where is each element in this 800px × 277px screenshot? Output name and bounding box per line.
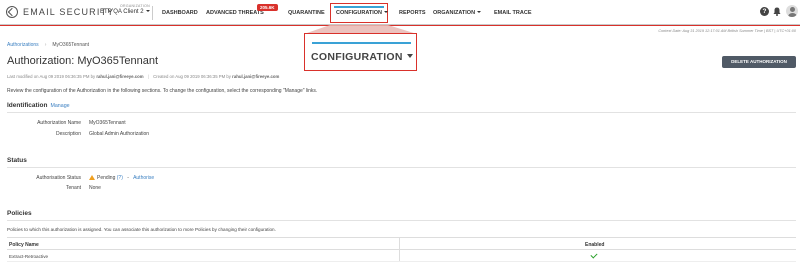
- status-pending: Pending: [97, 175, 116, 181]
- tenant-value: None: [89, 185, 101, 191]
- modified-by: rahul.jani@fireeye.com: [96, 74, 144, 79]
- chevron-down-icon: [477, 11, 482, 13]
- identification-title: Identification: [7, 102, 48, 109]
- top-navigation-bar: EMAIL SECURITY ORGANIZATION ETP QA Clien…: [0, 0, 800, 25]
- breadcrumb: Authorizations › MyO365Tennant: [7, 42, 89, 48]
- policies-heading: Policies: [7, 210, 32, 217]
- section-divider: [7, 220, 796, 221]
- table-row[interactable]: Extract-Retroactive: [7, 250, 796, 262]
- tenant-label: Tenant: [65, 185, 81, 191]
- authorization-name-value: MyO365Tennant: [89, 120, 126, 126]
- help-icon[interactable]: ?: [760, 7, 769, 16]
- organization-value: ETP QA Client 2: [100, 9, 144, 15]
- status-heading: Status: [7, 157, 27, 164]
- identification-heading: Identification Manage: [7, 102, 70, 109]
- zoom-active-indicator: [312, 42, 411, 44]
- warning-icon: [89, 175, 95, 180]
- organization-selector[interactable]: ORGANIZATION ETP QA Client 2: [100, 4, 150, 15]
- configuration-zoom-callout: CONFIGURATION: [304, 33, 417, 71]
- modified-prefix: Last modified on Aug 09 2019 06:36:35 PM…: [7, 74, 96, 79]
- authorisation-status-label: Authorisation Status: [36, 175, 81, 181]
- created-by: rahul.jani@fireeye.com: [232, 74, 280, 79]
- chevron-down-icon: [145, 10, 150, 12]
- organization-label: ORGANIZATION: [120, 4, 150, 8]
- nav-quarantine[interactable]: QUARANTINE: [288, 10, 325, 16]
- breadcrumb-separator: ›: [44, 42, 47, 48]
- identification-manage-link[interactable]: Manage: [50, 103, 69, 109]
- column-header-policy-name[interactable]: Policy Name: [9, 242, 39, 248]
- advanced-threats-count-badge: 205.6K: [257, 4, 278, 11]
- description-value: Global Admin Authorization: [89, 131, 150, 137]
- authorise-link[interactable]: Authorise: [133, 175, 154, 181]
- zoom-configuration-label: CONFIGURATION: [311, 51, 403, 63]
- created-prefix: Created on Aug 09 2019 06:36:35 PM by: [153, 74, 231, 79]
- section-divider: [7, 167, 796, 168]
- user-avatar[interactable]: [786, 5, 798, 17]
- intro-text: Review the configuration of the Authoriz…: [7, 88, 318, 94]
- policies-table: Policy Name Enabled Extract-Retroactive: [7, 237, 796, 262]
- enabled-check-icon: [590, 251, 598, 259]
- breadcrumb-authorizations-link[interactable]: Authorizations: [7, 42, 39, 48]
- nav-reports[interactable]: REPORTS: [399, 10, 426, 16]
- nav-divider: [152, 6, 153, 20]
- description-label: Description: [55, 131, 81, 137]
- status-help-link[interactable]: (?): [117, 175, 123, 181]
- shield-logo-icon: [6, 6, 18, 18]
- nav-configuration[interactable]: CONFIGURATION: [336, 10, 389, 16]
- modification-meta: Last modified on Aug 09 2019 06:36:35 PM…: [7, 74, 280, 79]
- delete-authorization-button[interactable]: DELETE AUTHORIZATION: [722, 56, 796, 68]
- nav-active-indicator: [334, 6, 384, 8]
- brand-logo[interactable]: EMAIL SECURITY: [6, 6, 114, 18]
- nav-configuration-label: CONFIGURATION: [336, 10, 383, 16]
- nav-organization-label: ORGANIZATION: [433, 10, 476, 16]
- chevron-down-icon: [406, 54, 413, 58]
- policies-note: Policies to which this authorization is …: [7, 227, 276, 232]
- context-date: Context Date: Aug 31 2019 12:17:01 AM Br…: [658, 29, 796, 33]
- page-title: Authorization: MyO365Tennant: [7, 55, 159, 67]
- authorisation-status-value: Pending (?) - Authorise: [89, 175, 154, 181]
- chevron-down-icon: [384, 11, 389, 13]
- section-divider: [7, 112, 796, 113]
- nav-organization[interactable]: ORGANIZATION: [433, 10, 482, 16]
- nav-dashboard[interactable]: DASHBOARD: [162, 10, 198, 16]
- breadcrumb-current: MyO365Tennant: [52, 42, 90, 48]
- table-header: Policy Name Enabled: [7, 237, 796, 250]
- header-accent-line: [0, 25, 800, 26]
- bell-icon[interactable]: [773, 7, 781, 16]
- column-header-enabled[interactable]: Enabled: [585, 242, 604, 248]
- authorization-name-label: Authorization Name: [37, 120, 81, 126]
- nav-advanced-threats[interactable]: ADVANCED THREATS: [206, 10, 264, 16]
- policy-name-cell[interactable]: Extract-Retroactive: [9, 254, 48, 259]
- status-separator: -: [127, 175, 129, 181]
- nav-email-trace[interactable]: EMAIL TRACE: [494, 10, 531, 16]
